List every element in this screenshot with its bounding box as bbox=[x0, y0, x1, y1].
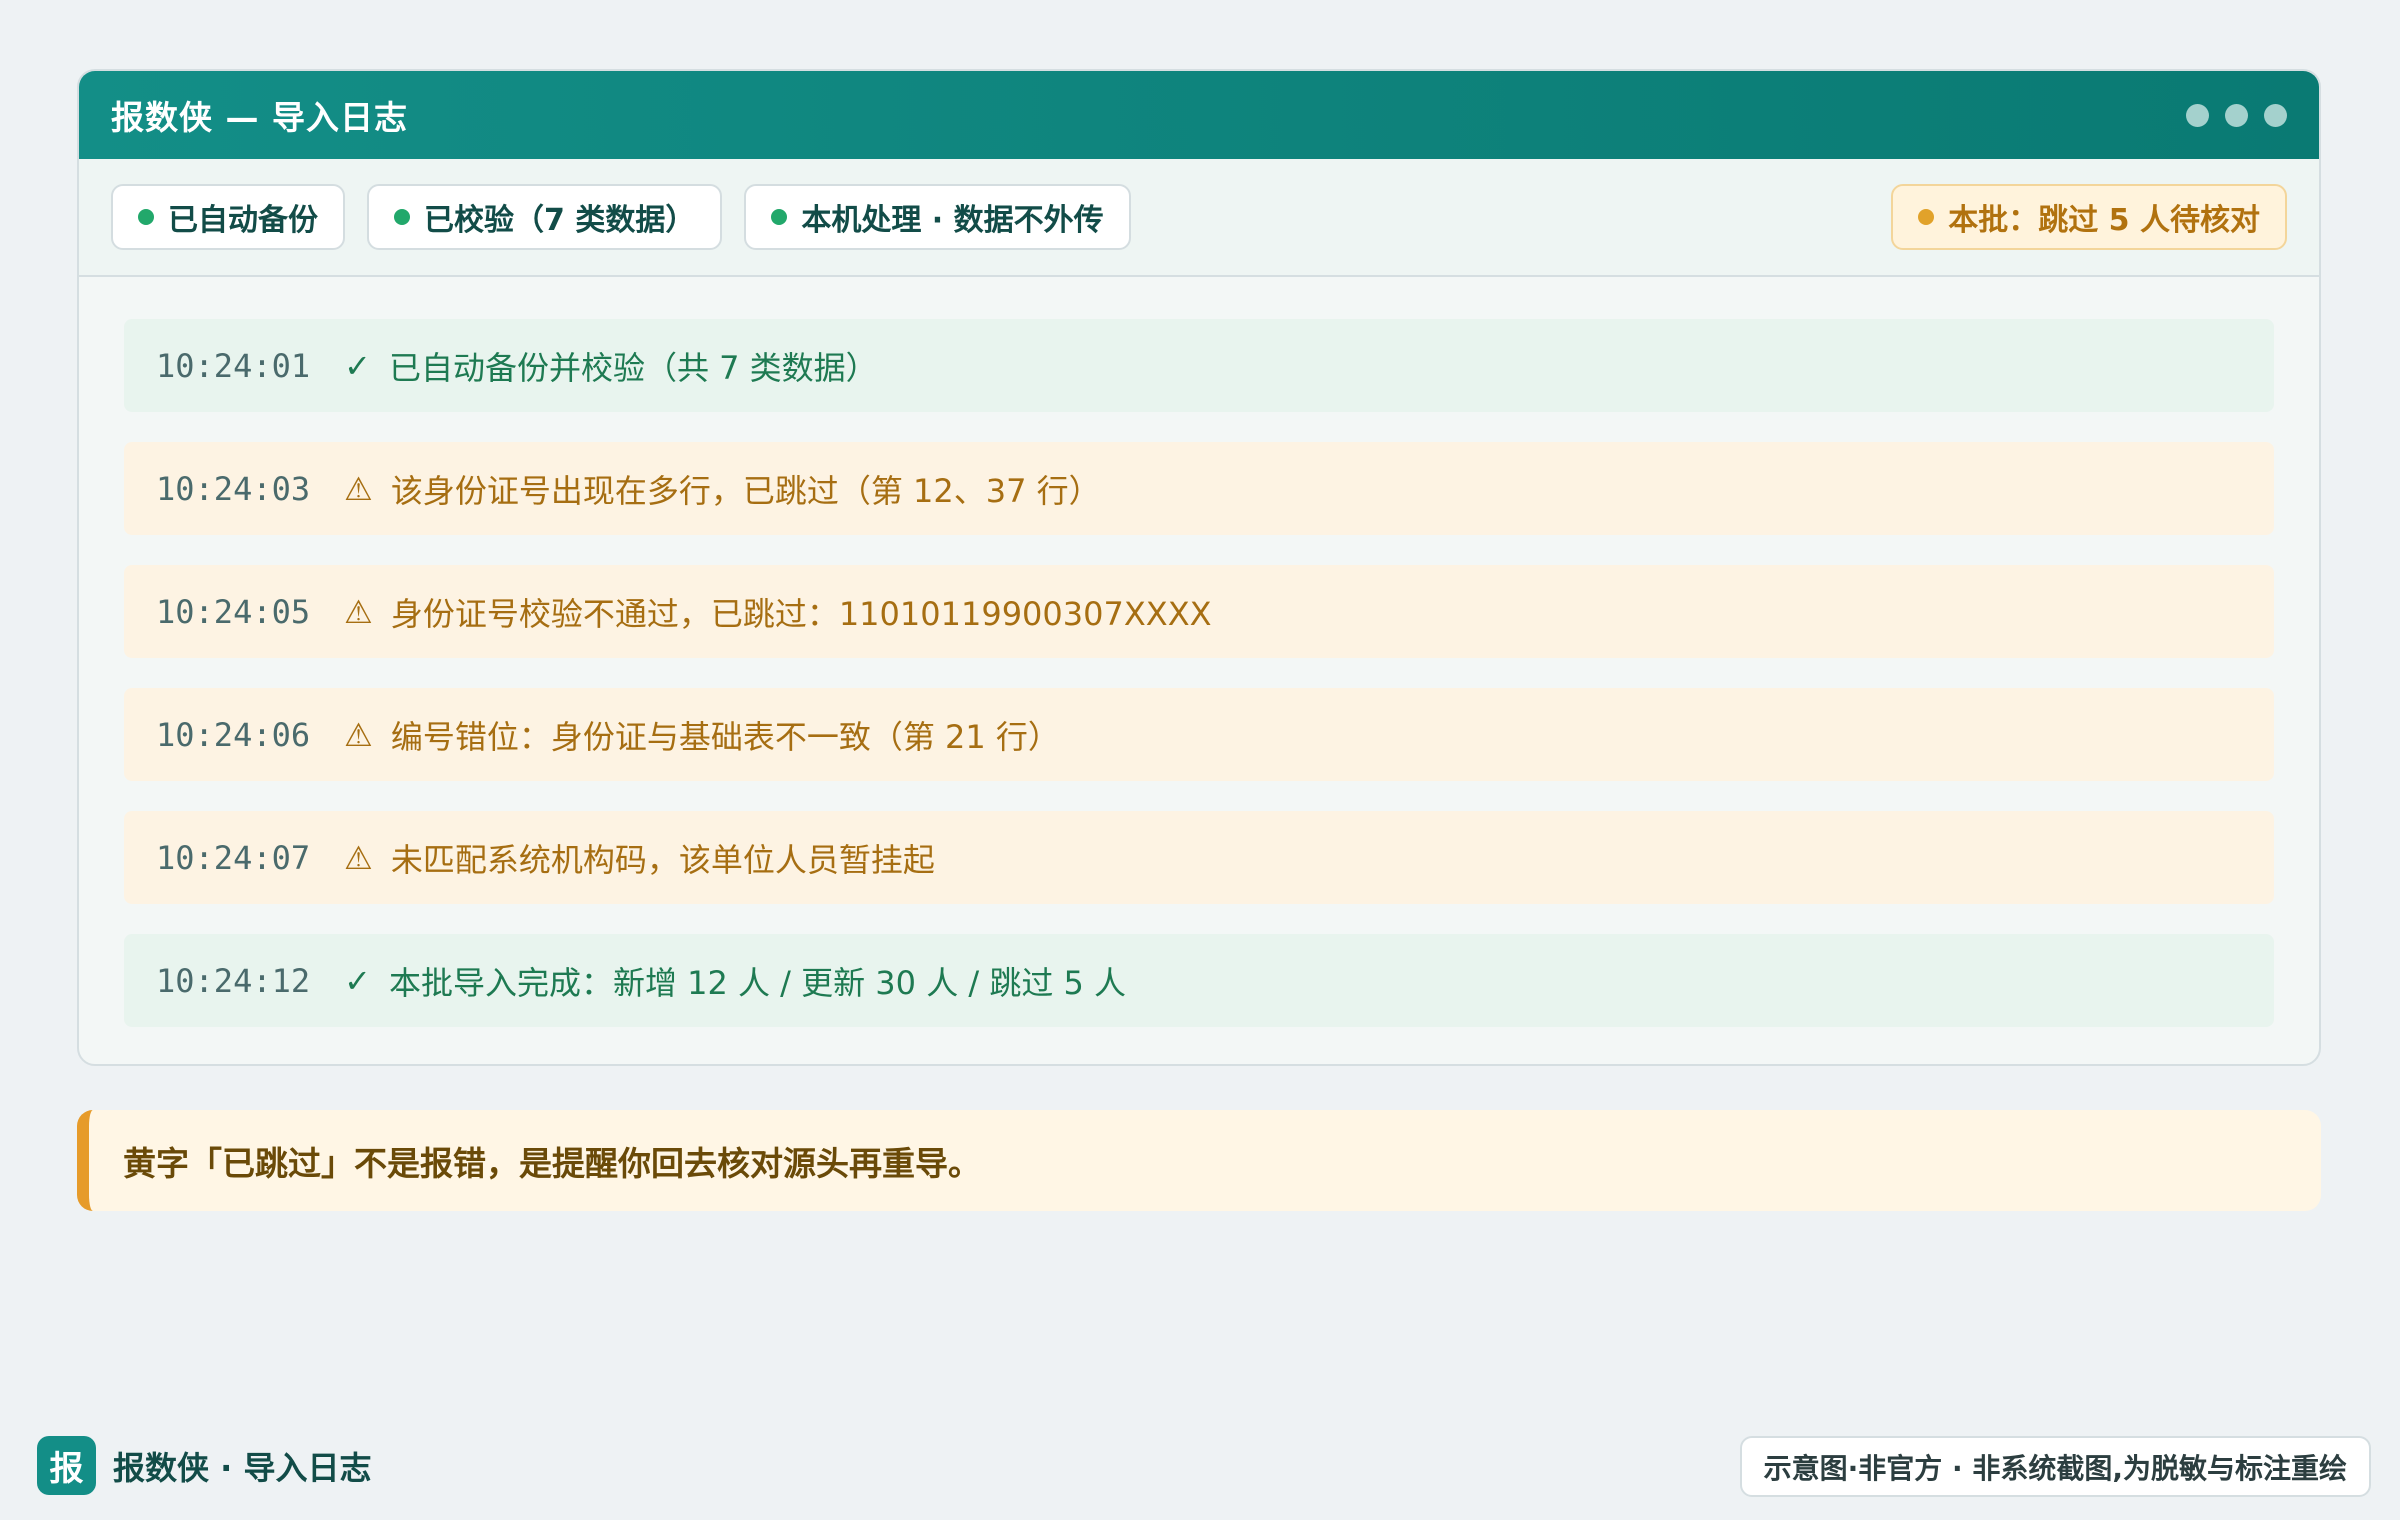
status-pill-local: 本机处理 · 数据不外传 bbox=[744, 184, 1131, 250]
window-controls bbox=[2186, 103, 2287, 127]
status-pill-backup: 已自动备份 bbox=[111, 184, 345, 250]
log-time: 10:24:05 bbox=[156, 592, 311, 631]
log-message: 该身份证号出现在多行，已跳过（第 12、37 行） bbox=[390, 471, 1101, 510]
disclaimer-badge: 示意图·非官方 · 非系统截图,为脱敏与标注重绘 bbox=[1739, 1436, 2371, 1497]
status-dot-icon bbox=[771, 209, 788, 225]
title-bar: 报数侠 — 导入日志 bbox=[79, 71, 2319, 159]
import-log-window: 报数侠 — 导入日志 已自动备份 已校验（7 类数据） 本机处理 · 数据不外传… bbox=[77, 69, 2321, 1066]
log-row: 10:24:12 ✓ 本批导入完成：新增 12 人 / 更新 30 人 / 跳过… bbox=[124, 934, 2274, 1027]
log-row: 10:24:06 ⚠ 编号错位：身份证与基础表不一致（第 21 行） bbox=[124, 688, 2274, 781]
log-row: 10:24:03 ⚠ 该身份证号出现在多行，已跳过（第 12、37 行） bbox=[124, 442, 2274, 535]
warning-icon: ⚠ bbox=[344, 592, 373, 631]
log-message: 编号错位：身份证与基础表不一致（第 21 行） bbox=[390, 717, 1060, 756]
hint-text: 黄字「已跳过」不是报错，是提醒你回去核对源头再重导。 bbox=[123, 1143, 981, 1183]
status-bar: 已自动备份 已校验（7 类数据） 本机处理 · 数据不外传 本批：跳过 5 人待… bbox=[79, 159, 2319, 277]
hint-callout: 黄字「已跳过」不是报错，是提醒你回去核对源头再重导。 bbox=[77, 1110, 2321, 1211]
status-pill-label: 已自动备份 bbox=[168, 203, 318, 238]
log-message: 未匹配系统机构码，该单位人员暂挂起 bbox=[390, 840, 935, 879]
log-message: 身份证号校验不通过，已跳过：11010119900307XXXX bbox=[390, 594, 1212, 633]
log-time: 10:24:06 bbox=[156, 715, 311, 754]
status-dot-icon bbox=[138, 209, 154, 225]
app-logo-icon: 报 bbox=[37, 1436, 96, 1495]
window-title: 报数侠 — 导入日志 bbox=[111, 98, 408, 137]
status-pill-label: 已校验（7 类数据） bbox=[424, 203, 696, 238]
batch-skip-label: 本批：跳过 5 人待核对 bbox=[1948, 203, 2260, 238]
window-control-dot[interactable] bbox=[2264, 103, 2287, 127]
disclaimer-text: 示意图·非官方 · 非系统截图,为脱敏与标注重绘 bbox=[1763, 1451, 2347, 1485]
log-time: 10:24:07 bbox=[156, 838, 311, 877]
window-control-dot[interactable] bbox=[2225, 103, 2248, 127]
warning-dot-icon bbox=[1918, 209, 1935, 225]
warning-icon: ⚠ bbox=[344, 469, 373, 508]
log-row: 10:24:01 ✓ 已自动备份并校验（共 7 类数据） bbox=[124, 319, 2274, 412]
log-time: 10:24:03 bbox=[156, 469, 311, 508]
log-list: 10:24:01 ✓ 已自动备份并校验（共 7 类数据） 10:24:03 ⚠ … bbox=[79, 277, 2319, 1027]
log-row: 10:24:07 ⚠ 未匹配系统机构码，该单位人员暂挂起 bbox=[124, 811, 2274, 904]
check-icon: ✓ bbox=[344, 346, 371, 385]
log-row: 10:24:05 ⚠ 身份证号校验不通过，已跳过：11010119900307X… bbox=[124, 565, 2274, 658]
warning-icon: ⚠ bbox=[344, 715, 373, 754]
footer-brand: 报 报数侠 · 导入日志 bbox=[37, 1436, 371, 1495]
window-control-dot[interactable] bbox=[2186, 103, 2209, 127]
log-message: 已自动备份并校验（共 7 类数据） bbox=[388, 348, 878, 387]
log-message: 本批导入完成：新增 12 人 / 更新 30 人 / 跳过 5 人 bbox=[388, 963, 1127, 1002]
status-pill-label: 本机处理 · 数据不外传 bbox=[801, 203, 1104, 238]
batch-skip-pill: 本批：跳过 5 人待核对 bbox=[1891, 184, 2287, 250]
footer-brand-text: 报数侠 · 导入日志 bbox=[113, 1448, 372, 1487]
log-time: 10:24:01 bbox=[156, 346, 311, 385]
log-time: 10:24:12 bbox=[156, 961, 311, 1000]
status-pill-validated: 已校验（7 类数据） bbox=[367, 184, 723, 250]
warning-icon: ⚠ bbox=[344, 838, 373, 877]
status-dot-icon bbox=[394, 209, 410, 225]
check-icon: ✓ bbox=[344, 961, 371, 1000]
